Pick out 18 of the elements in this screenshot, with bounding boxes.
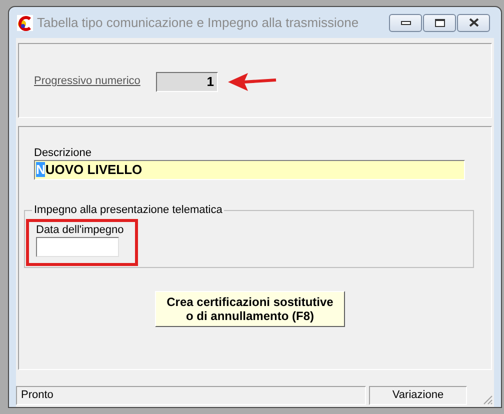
arrow-annotation (228, 72, 278, 92)
resize-grip-icon (481, 393, 493, 405)
create-certifications-button[interactable]: Crea certificazioni sostitutive o di annullamento (F8) (155, 291, 345, 327)
description-field[interactable]: NUOVO LIVELLO (34, 160, 465, 180)
restore-button[interactable] (423, 14, 456, 32)
app-logo-icon (17, 14, 33, 30)
group-title: Impegno alla presentazione telematica (33, 203, 224, 218)
number-field: 1 (156, 72, 218, 92)
window-title: Tabella tipo comunicazione e Impegno alla trasmissione (37, 14, 359, 32)
field-label: Progressivo numerico (34, 74, 142, 90)
status-text: Pronto (16, 386, 366, 405)
close-icon (468, 18, 478, 27)
field-label: Descrizione (34, 147, 92, 160)
minimize-button[interactable] (389, 14, 422, 32)
field-label: Data dell'impegno (36, 222, 125, 236)
date-field[interactable] (36, 236, 119, 256)
close-button[interactable] (457, 14, 490, 32)
status-text: Variazione (369, 386, 467, 405)
